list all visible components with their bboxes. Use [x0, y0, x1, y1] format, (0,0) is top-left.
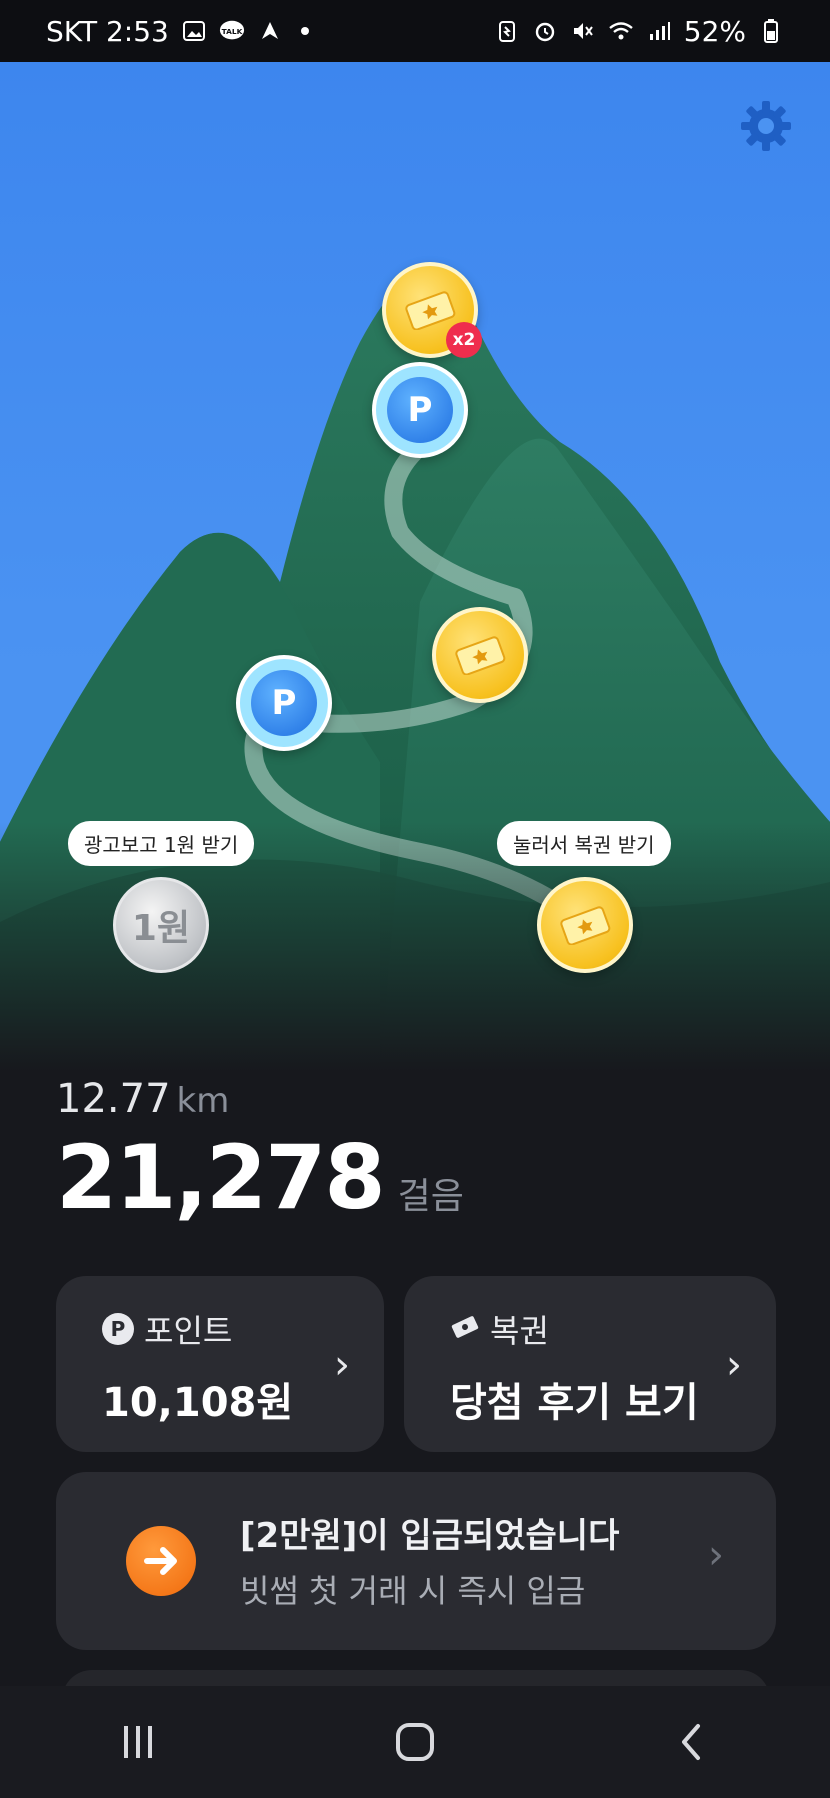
point-coin-middle[interactable]: P [236, 655, 332, 751]
back-button[interactable] [632, 1702, 752, 1782]
alarm-icon [532, 18, 558, 44]
distance-unit: km [176, 1081, 230, 1121]
app-icon [257, 18, 283, 44]
step-count: 21,278 걸음 [56, 1126, 464, 1229]
points-label: 포인트 [144, 1312, 233, 1350]
status-bar: SKT 2:53 TALK 52% [0, 0, 830, 62]
chevron-right-icon: › [708, 1532, 724, 1578]
back-icon [681, 1724, 700, 1760]
ticket-coin-bottom[interactable] [537, 877, 633, 973]
promo-banner[interactable]: [2만원]이 입금되었습니다 빗썸 첫 거래 시 즉시 입금 › [56, 1472, 776, 1650]
recent-apps-button[interactable] [78, 1702, 198, 1782]
notification-dot-icon [300, 27, 309, 35]
wifi-icon [608, 18, 634, 44]
ticket-icon [405, 291, 456, 330]
status-right: 52% [494, 15, 784, 48]
ticket-coin-middle[interactable] [432, 607, 528, 703]
kakaotalk-icon: TALK [219, 18, 245, 44]
steps-unit: 걸음 [397, 1176, 464, 1217]
battery-icon [758, 18, 784, 44]
point-label: P [387, 377, 453, 443]
chevron-right-icon: › [334, 1342, 350, 1388]
home-icon [395, 1723, 434, 1761]
points-card[interactable]: P 포인트 10,108원 › [56, 1276, 384, 1452]
point-label: P [251, 670, 317, 736]
ticket-coin-top[interactable]: x2 [382, 262, 482, 358]
battery-saver-icon [494, 18, 520, 44]
android-nav-bar [0, 1686, 830, 1798]
point-coin-top[interactable]: P [372, 362, 468, 458]
recent-apps-icon [124, 1726, 153, 1758]
signal-icon [646, 18, 672, 44]
home-button[interactable] [355, 1702, 475, 1782]
ticket-icon [455, 636, 506, 675]
distance: 12.77 km [56, 1076, 464, 1122]
distance-value: 12.77 [56, 1076, 171, 1122]
lottery-label: 복권 [490, 1312, 549, 1350]
steps-value: 21,278 [56, 1126, 386, 1229]
ad-reward-pill[interactable]: 광고보고 1원 받기 [68, 821, 255, 866]
gallery-icon [181, 18, 207, 44]
chevron-right-icon: › [726, 1342, 742, 1388]
walking-stats: 12.77 km 21,278 걸음 [56, 1076, 464, 1229]
promo-title: [2만원]이 입금되었습니다 [240, 1516, 620, 1556]
mute-icon [570, 18, 596, 44]
settings-gear-icon[interactable] [738, 98, 794, 154]
carrier-time: SKT 2:53 [46, 14, 169, 48]
lottery-card[interactable]: 복권 당첨 후기 보기 › [404, 1276, 776, 1452]
ticket-icon [560, 906, 611, 945]
ticket-icon [450, 1310, 480, 1348]
promo-subtitle: 빗썸 첫 거래 시 즉시 입금 [240, 1572, 586, 1610]
svg-text:TALK: TALK [222, 27, 243, 36]
one-won-coin[interactable]: 1원 [113, 877, 209, 973]
battery-percent: 52% [683, 14, 746, 48]
multiplier-badge: x2 [446, 322, 482, 358]
point-icon: P [102, 1313, 134, 1345]
status-left: SKT 2:53 TALK [46, 15, 309, 48]
arrow-right-icon [126, 1526, 196, 1596]
tap-ticket-pill[interactable]: 눌러서 복권 받기 [497, 821, 671, 866]
